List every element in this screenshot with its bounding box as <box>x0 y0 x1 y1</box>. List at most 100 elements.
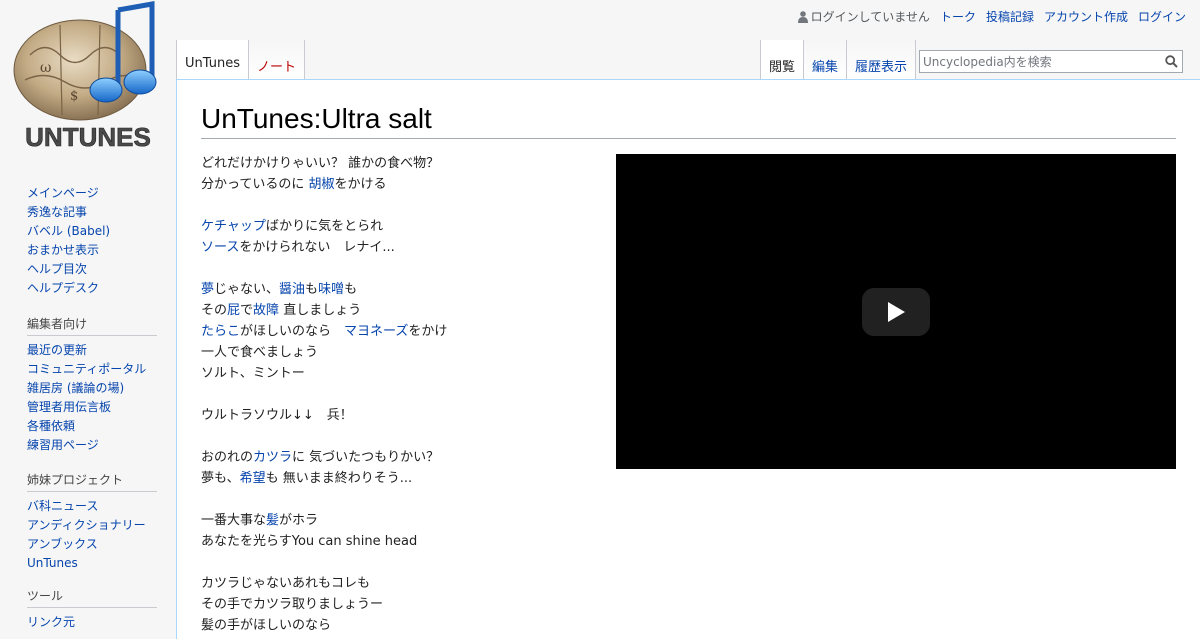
tools-list: リンク元 <box>27 613 157 632</box>
lyric-link[interactable]: ソース <box>201 240 239 255</box>
tab-talk[interactable]: ノート <box>248 40 305 80</box>
lyric-link[interactable]: 夢 <box>201 282 214 297</box>
lyric-link[interactable]: 胡椒 <box>308 177 334 192</box>
lyric-text: で <box>240 303 254 318</box>
sidebar-link[interactable]: おまかせ表示 <box>27 243 99 257</box>
nav-list: メインページ 秀逸な記事バベル (Babel) おまかせ表示 ヘルプ目次ヘルプデスク <box>27 184 157 298</box>
tab-read[interactable]: 閲覧 <box>760 40 805 80</box>
lyric-line: 髪の手がほしいのなら <box>201 615 601 636</box>
sidebar-tools: ツール リンク元 <box>27 589 157 632</box>
tab-history[interactable]: 履歴表示 <box>847 40 917 80</box>
lyric-line: その手でカツラ取りましょうー <box>201 594 601 615</box>
lyric-text: をかけ <box>408 324 448 339</box>
site-logo[interactable]: ω $ UNTUNES <box>0 0 176 160</box>
login-link[interactable]: ログイン <box>1138 8 1186 25</box>
anon-user: ログインしていません <box>797 8 930 25</box>
sidebar-nav-item[interactable]: おまかせ表示 <box>27 241 157 260</box>
sidebar-link[interactable]: バ科ニュース <box>27 499 98 513</box>
sidebar-nav-item[interactable]: ヘルプ目次 <box>27 260 157 279</box>
sidebar-nav-item[interactable]: バベル (Babel) <box>27 222 157 241</box>
lyric-line: どれだけかけりゃいい？ 誰かの食べ物？ <box>201 153 601 174</box>
lyric-link[interactable]: カツラ <box>253 450 292 465</box>
lyric-link[interactable]: たらこ <box>201 324 240 339</box>
sidebar-link[interactable]: アンディクショナリー <box>27 518 146 532</box>
search-button[interactable] <box>1160 51 1182 72</box>
tab-history-label: 履歴表示 <box>855 60 908 75</box>
anon-label: ログインしていません <box>810 10 930 24</box>
tab-page-label: UnTunes <box>185 56 240 71</box>
lyric-text: も 無いまま終わりそう... <box>265 471 413 486</box>
search-input[interactable] <box>920 51 1160 72</box>
user-icon <box>797 10 808 23</box>
lyric-line: ウルトラソウル↓↓ 兵！ <box>201 405 601 426</box>
sidebar-link[interactable]: リンク元 <box>27 615 75 629</box>
tab-page[interactable]: UnTunes <box>176 40 249 80</box>
lyric-link[interactable]: 希望 <box>240 471 266 486</box>
lyric-link[interactable]: マヨネーズ <box>344 324 408 339</box>
create-account-link[interactable]: アカウント作成 <box>1044 8 1128 25</box>
sidebar-link[interactable]: アンブックス <box>27 537 98 551</box>
lyric-link[interactable]: ケチャップ <box>201 219 266 234</box>
sidebar-link[interactable]: 各種依頼 <box>27 419 75 433</box>
sidebar-editor-item[interactable]: 雑居房 (議論の場) <box>27 379 157 398</box>
tab-read-label: 閲覧 <box>769 60 796 75</box>
sidebar-link[interactable]: メインページ <box>27 186 99 200</box>
sidebar-link[interactable]: バベル (Babel) <box>27 224 110 238</box>
lyric-line <box>201 552 601 573</box>
lyric-line: カツラじゃないあれもコレも <box>201 573 601 594</box>
lyric-link[interactable]: 屁 <box>227 303 240 318</box>
tab-talk-label: ノート <box>256 60 296 75</box>
lyric-link[interactable]: 味噌 <box>318 282 344 297</box>
editors-heading: 編集者向け <box>27 317 157 336</box>
sidebar-editor-item[interactable]: コミュニティポータル <box>27 360 157 379</box>
sidebar-link[interactable]: 雑居房 (議論の場) <box>27 381 124 395</box>
lyric-link[interactable]: 故障 <box>253 303 279 318</box>
lyric-line: 夢も、希望も 無いまま終わりそう... <box>201 468 601 489</box>
sidebar-tool-item[interactable]: リンク元 <box>27 613 157 632</box>
lyric-text: 髪の手がほしいのなら <box>201 618 332 633</box>
embedded-video[interactable] <box>616 154 1176 469</box>
lyric-text: 直しましょう <box>279 303 362 318</box>
lyric-line <box>201 258 601 279</box>
sidebar-link[interactable]: 最近の更新 <box>27 343 87 357</box>
lyric-text: も <box>305 282 319 297</box>
lyric-line: たらこがほしいのなら マヨネーズをかけ <box>201 321 601 342</box>
lyric-text: 一番大事な <box>201 513 267 528</box>
sidebar-nav-item[interactable]: 秀逸な記事 <box>27 203 157 222</box>
sidebar-link[interactable]: 管理者用伝言板 <box>27 400 111 414</box>
content-area: UnTunes:Ultra salt どれだけかけりゃいい？ 誰かの食べ物？ 分か… <box>176 79 1200 639</box>
lyric-text: をかけられない レナイ... <box>239 240 395 255</box>
sidebar-link[interactable]: 秀逸な記事 <box>27 205 87 219</box>
tab-edit-label: 編集 <box>812 60 839 75</box>
lyric-link[interactable]: 醤油 <box>279 282 305 297</box>
lyric-line: おのれのカツラに 気づいたつもりかい？ <box>201 447 601 468</box>
sister-list: バ科ニュースアンディクショナリー アンブックス UnTunes <box>27 497 157 573</box>
sidebar-editors: 編集者向け 最近の更新コミュニティポータル 雑居房 (議論の場) 管理者用伝言板 各種… <box>27 317 157 455</box>
lyric-line: 分かっているのに 胡椒をかける <box>201 174 601 195</box>
sidebar-link[interactable]: コミュニティポータル <box>27 362 146 376</box>
editors-list: 最近の更新コミュニティポータル 雑居房 (議論の場) 管理者用伝言板 各種依頼練習用ペ… <box>27 341 157 455</box>
namespace-tabs: UnTunes ノート <box>176 40 305 80</box>
play-button-icon[interactable] <box>862 288 930 336</box>
sidebar-nav-item[interactable]: ヘルプデスク <box>27 279 157 298</box>
sidebar-editor-item[interactable]: 練習用ページ <box>27 436 157 455</box>
sidebar-editor-item[interactable]: 最近の更新 <box>27 341 157 360</box>
talk-link[interactable]: トーク <box>940 8 976 25</box>
sidebar-link[interactable]: ヘルプデスク <box>27 281 99 295</box>
sidebar-editor-item[interactable]: 各種依頼 <box>27 417 157 436</box>
contributions-link[interactable]: 投稿記録 <box>986 8 1034 25</box>
sidebar-link[interactable]: 練習用ページ <box>27 438 99 452</box>
lyric-link[interactable]: 髪 <box>266 513 279 528</box>
sidebar-sister-item[interactable]: バ科ニュース <box>27 497 157 516</box>
lyric-text: その手でカツラ取りましょうー <box>201 597 384 612</box>
sidebar-link[interactable]: ヘルプ目次 <box>27 262 87 276</box>
sidebar-sister-item[interactable]: UnTunes <box>27 554 157 573</box>
sidebar-navigation: メインページ 秀逸な記事バベル (Babel) おまかせ表示 ヘルプ目次ヘルプデスク <box>27 184 157 298</box>
sidebar-editor-item[interactable]: 管理者用伝言板 <box>27 398 157 417</box>
sidebar-sister-item[interactable]: アンブックス <box>27 535 157 554</box>
lyric-text: に 気づいたつもりかい？ <box>292 450 440 465</box>
tab-edit[interactable]: 編集 <box>804 40 848 80</box>
sidebar-sister-item[interactable]: アンディクショナリー <box>27 516 157 535</box>
sidebar-link[interactable]: UnTunes <box>27 556 78 570</box>
sidebar-nav-item[interactable]: メインページ <box>27 184 157 203</box>
